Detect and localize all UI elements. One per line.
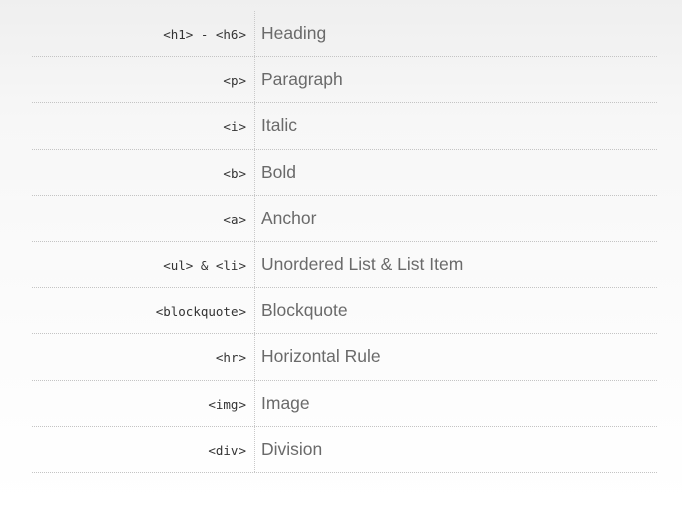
table-row: <b> Bold [32, 149, 657, 196]
tag-code: <i> [223, 119, 246, 135]
table-row: <ul> & <li> Unordered List & List Item [32, 241, 657, 289]
tag-description: Anchor [254, 195, 657, 241]
table-row: <blockquote> Blockquote [32, 288, 657, 335]
tag-description: Unordered List & List Item [254, 241, 657, 288]
tag-code: <h1> - <h6> [163, 27, 246, 43]
tag-code: <p> [223, 73, 246, 89]
table-row: <div> Division [32, 426, 657, 473]
tag-description: Division [254, 426, 657, 472]
tag-description: Horizontal Rule [254, 334, 657, 380]
tag-code: <hr> [215, 350, 246, 366]
tag-description: Heading [254, 11, 657, 57]
tag-code: <ul> & <li> [163, 258, 246, 274]
tag-code: <div> [208, 442, 246, 458]
tag-description: Image [254, 380, 657, 426]
tag-description: Bold [254, 149, 657, 195]
table-row: <hr> Horizontal Rule [32, 334, 657, 381]
tag-code: <a> [223, 211, 246, 227]
table-row: <i> Italic [32, 103, 657, 150]
html-tags-table: <h1> - <h6> Heading <p> Paragraph <i> It… [32, 11, 657, 473]
tag-description: Paragraph [254, 57, 657, 103]
tag-description: Italic [254, 103, 657, 149]
tag-code: <img> [208, 396, 246, 412]
tag-description: Blockquote [254, 288, 657, 334]
tag-code: <blockquote> [155, 304, 246, 320]
table-row: <a> Anchor [32, 195, 657, 242]
table-row: <p> Paragraph [32, 57, 657, 104]
tag-code: <b> [223, 165, 246, 181]
table-row: <img> Image [32, 380, 657, 427]
table-row: <h1> - <h6> Heading [32, 11, 657, 58]
